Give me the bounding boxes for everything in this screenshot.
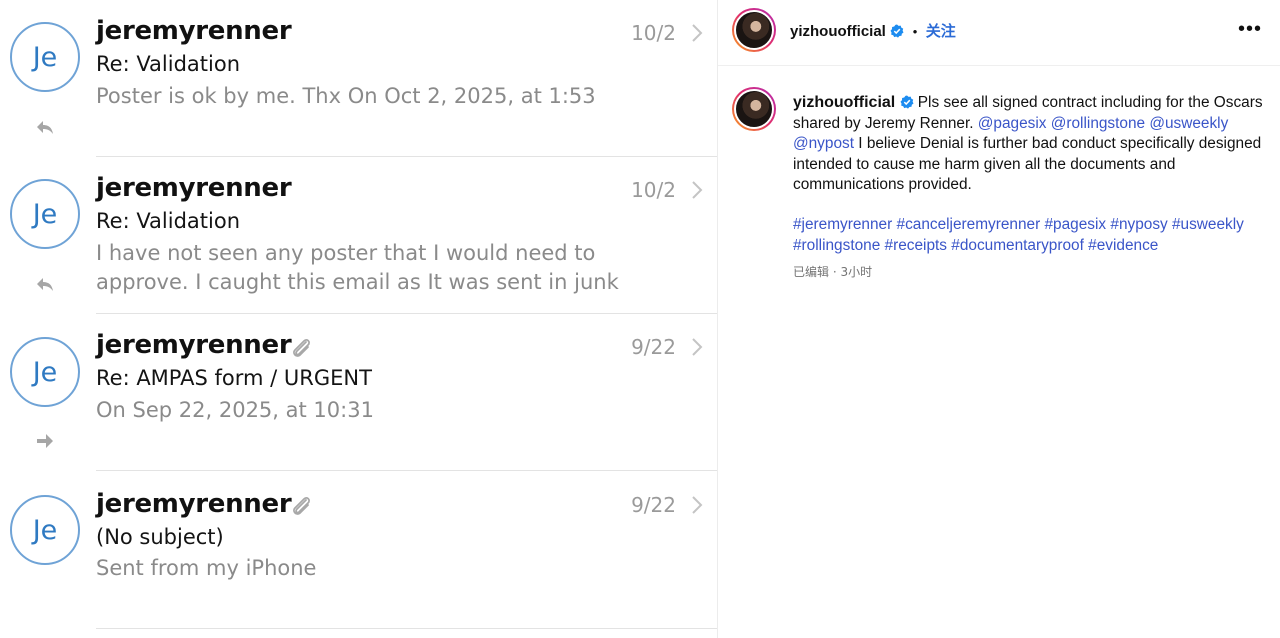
replied-icon xyxy=(37,278,53,291)
follow-button[interactable]: 关注 xyxy=(926,23,956,40)
mail-date: 10/2 xyxy=(631,178,676,202)
post-header: yizhouofficial • 关注 ••• xyxy=(718,0,1280,66)
sender-avatar: Je xyxy=(10,22,80,92)
chevron-right-icon xyxy=(692,24,703,42)
chevron-right-icon xyxy=(692,181,703,199)
mail-row[interactable]: Je jeremyrenner 10/2 Re: Validation I ha… xyxy=(0,157,717,314)
row-divider xyxy=(96,628,717,629)
mention-link[interactable]: @rollingstone xyxy=(1051,115,1145,132)
caption-text: I believe Denial is further bad conduct … xyxy=(793,135,1262,193)
sender-avatar: Je xyxy=(10,179,80,249)
forwarded-icon xyxy=(37,434,53,448)
chevron-right-icon xyxy=(692,496,703,514)
mail-row[interactable]: Je jeremyrenner 9/22 Re: AMPAS form / UR… xyxy=(0,314,717,471)
verified-badge-icon xyxy=(890,24,904,38)
post-meta: 已编辑 · 3小时 xyxy=(793,265,873,279)
paperclip-icon xyxy=(293,497,310,515)
chevron-right-icon xyxy=(692,338,703,356)
separator-dot: • xyxy=(912,24,918,39)
mail-row[interactable]: Je jeremyrenner 9/22 (No subject) Sent f… xyxy=(0,471,717,628)
preview-line: I have not seen any poster that I would … xyxy=(96,241,596,265)
mail-preview: Poster is ok by me. Thx On Oct 2, 2025, … xyxy=(96,82,696,111)
mention-link[interactable]: @usweekly xyxy=(1149,115,1228,132)
replied-icon xyxy=(37,121,53,134)
mail-preview: Sent from my iPhone xyxy=(96,554,696,583)
preview-line: Poster is ok by me. Thx On Oct 2, 2025, … xyxy=(96,84,596,108)
mail-subject: Re: AMPAS form / URGENT xyxy=(96,366,372,390)
mail-subject: (No subject) xyxy=(96,525,224,549)
post-caption: yizhouofficial Pls see all signed contra… xyxy=(793,93,1263,196)
more-options-button[interactable]: ••• xyxy=(1238,18,1262,41)
mail-date: 9/22 xyxy=(631,335,676,359)
caption-username[interactable]: yizhouofficial xyxy=(793,94,895,111)
mail-row[interactable]: Je jeremyrenner 10/2 Re: Validation Post… xyxy=(0,0,717,157)
sender-name: jeremyrenner xyxy=(96,16,292,46)
verified-badge-icon xyxy=(900,95,914,109)
mail-date: 10/2 xyxy=(631,21,676,45)
mail-preview: I have not seen any poster that I would … xyxy=(96,239,696,297)
sender-name: jeremyrenner xyxy=(96,489,292,519)
paperclip-icon xyxy=(293,339,310,357)
mail-list: Je jeremyrenner 10/2 Re: Validation Post… xyxy=(0,0,718,638)
preview-line: On Sep 22, 2025, at 10:31 xyxy=(96,398,374,422)
preview-line: approve. I caught this email as It was s… xyxy=(96,270,619,294)
sender-avatar: Je xyxy=(10,337,80,407)
mention-link[interactable]: @pagesix xyxy=(978,115,1047,132)
sender-name: jeremyrenner xyxy=(96,330,292,360)
hashtag-links[interactable]: #jeremyrenner #canceljeremyrenner #pages… xyxy=(793,215,1263,256)
sender-name: jeremyrenner xyxy=(96,173,292,203)
mail-date: 9/22 xyxy=(631,493,676,517)
mention-link[interactable]: @nypost xyxy=(793,135,854,152)
caption-avatar[interactable] xyxy=(732,87,776,131)
header-user-row: yizhouofficial • 关注 xyxy=(790,20,956,41)
username-link[interactable]: yizhouofficial xyxy=(790,23,886,40)
profile-avatar[interactable] xyxy=(732,8,776,52)
mail-preview: On Sep 22, 2025, at 10:31 xyxy=(96,396,696,425)
preview-line: Sent from my iPhone xyxy=(96,556,317,580)
sender-avatar: Je xyxy=(10,495,80,565)
instagram-post-panel: yizhouofficial • 关注 ••• yizhouofficial P… xyxy=(718,0,1280,638)
mail-subject: Re: Validation xyxy=(96,209,241,233)
mail-subject: Re: Validation xyxy=(96,52,241,76)
